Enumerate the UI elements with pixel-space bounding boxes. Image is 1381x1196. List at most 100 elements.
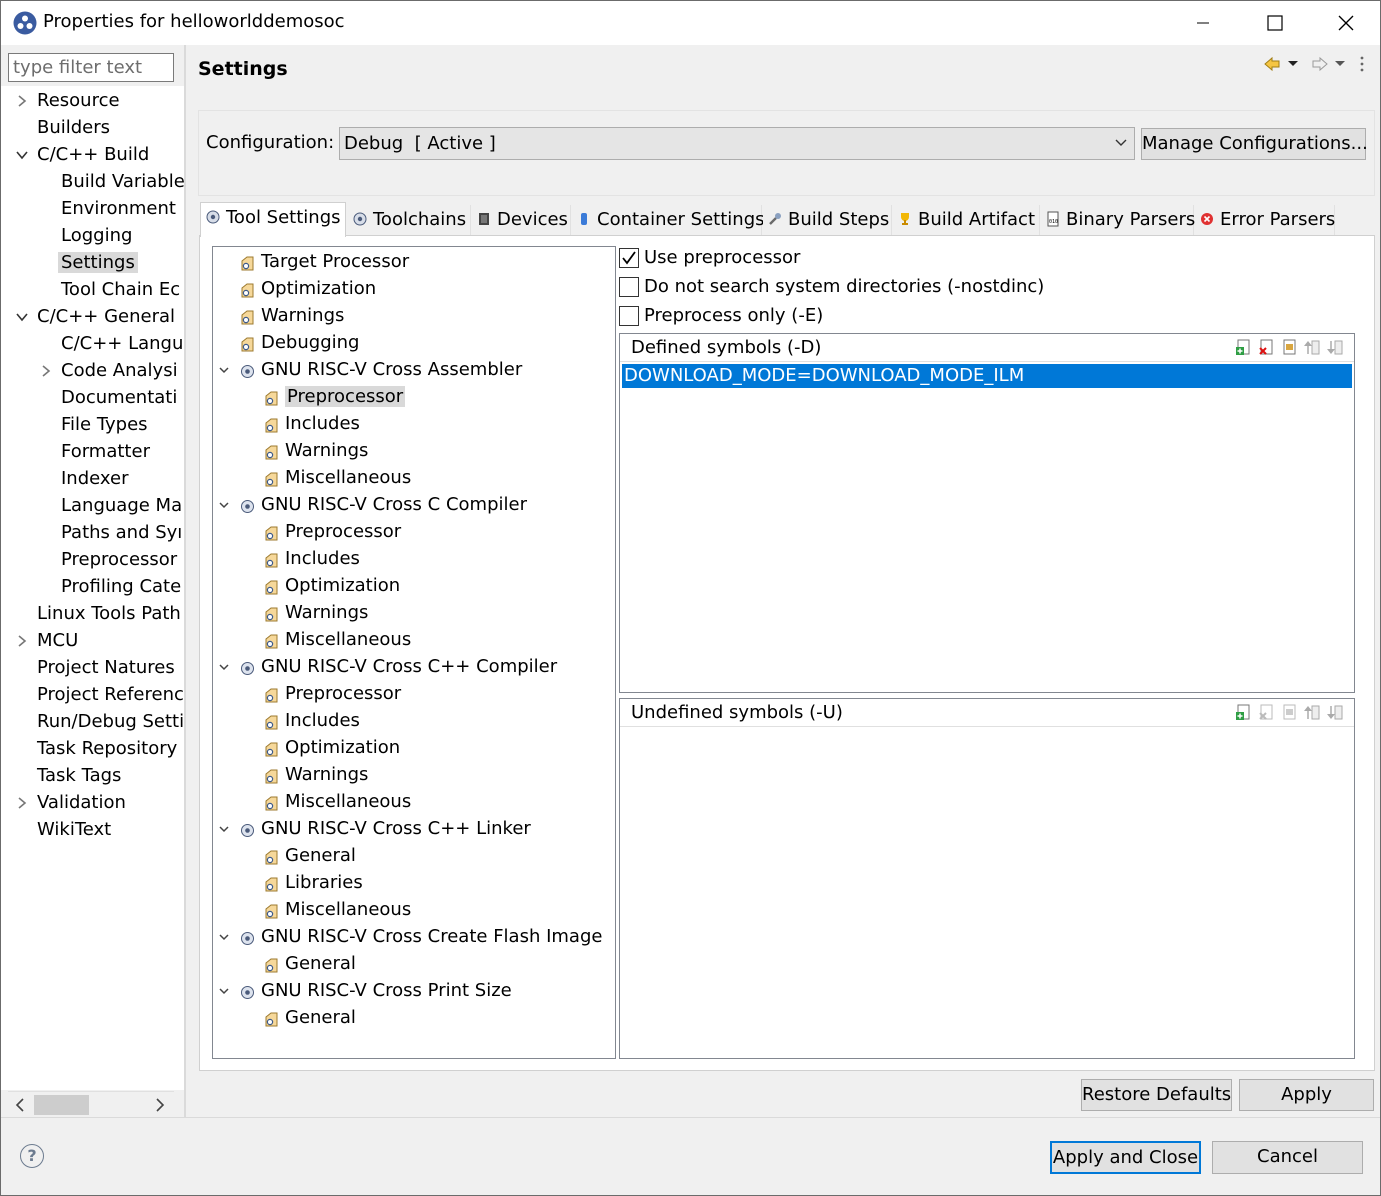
scrollbar-thumb[interactable] xyxy=(34,1095,89,1115)
tree-item-gnu-risc-v-cross-c-linker[interactable]: GNU RISC-V Cross C++ Linker xyxy=(219,815,531,842)
tab-error-parsers[interactable]: Error Parsers xyxy=(1195,205,1335,236)
edit-icon[interactable] xyxy=(1281,339,1298,356)
filter-input[interactable]: type filter text xyxy=(8,53,174,82)
tree-item-includes[interactable]: Includes xyxy=(263,410,360,437)
tree-item-optimization[interactable]: Optimization xyxy=(263,572,400,599)
tree-item-miscellaneous[interactable]: Miscellaneous xyxy=(263,896,411,923)
chevron-down-icon[interactable] xyxy=(15,303,29,330)
close-button[interactable] xyxy=(1314,1,1378,45)
tree-item-warnings[interactable]: Warnings xyxy=(263,599,368,626)
delete-icon[interactable] xyxy=(1258,339,1275,356)
sidebar-item-file-types[interactable]: File Types xyxy=(61,411,148,438)
tree-item-gnu-risc-v-cross-c-compiler[interactable]: GNU RISC-V Cross C++ Compiler xyxy=(219,653,557,680)
tree-item-gnu-risc-v-cross-assembler[interactable]: GNU RISC-V Cross Assembler xyxy=(219,356,522,383)
chevron-down-icon[interactable] xyxy=(217,977,231,1004)
sidebar-item-c-c-langu[interactable]: C/C++ Langu xyxy=(61,330,183,357)
chevron-right-icon[interactable] xyxy=(15,627,29,654)
tab-container-settings[interactable]: Container Settings xyxy=(572,205,765,236)
tab-binary-parsers[interactable]: 010 Binary Parsers xyxy=(1041,205,1195,236)
symbol-row[interactable]: DOWNLOAD_MODE=DOWNLOAD_MODE_ILM xyxy=(622,364,1352,388)
forward-arrow-icon[interactable] xyxy=(1312,56,1328,72)
sidebar-item-language-ma[interactable]: Language Ma xyxy=(61,492,182,519)
add-icon[interactable] xyxy=(1235,339,1252,356)
help-icon[interactable]: ? xyxy=(20,1144,44,1168)
sidebar-item-documentati[interactable]: Documentati xyxy=(61,384,177,411)
sidebar-item-paths-and-sy[interactable]: Paths and Syı xyxy=(61,519,182,546)
tree-item-miscellaneous[interactable]: Miscellaneous xyxy=(263,788,411,815)
manage-configurations-button[interactable]: Manage Configurations... xyxy=(1141,128,1368,160)
tree-item-general[interactable]: General xyxy=(263,950,356,977)
sidebar-item-build-variable[interactable]: Build Variable xyxy=(61,168,185,195)
configuration-select[interactable]: Debug [ Active ] xyxy=(339,127,1135,160)
tree-item-libraries[interactable]: Libraries xyxy=(263,869,363,896)
apply-and-close-button[interactable]: Apply and Close xyxy=(1050,1141,1201,1174)
move-up-icon[interactable] xyxy=(1304,339,1321,356)
tree-item-preprocessor[interactable]: Preprocessor xyxy=(263,518,401,545)
tree-item-general[interactable]: General xyxy=(263,1004,356,1031)
sidebar-item-logging[interactable]: Logging xyxy=(61,222,132,249)
sidebar-item-c-c-general[interactable]: C/C++ General xyxy=(16,303,175,330)
tab-toolchains[interactable]: Toolchains xyxy=(348,205,471,236)
back-menu-icon[interactable] xyxy=(1288,61,1298,66)
checkbox-box[interactable] xyxy=(619,306,639,326)
restore-defaults-button[interactable]: Restore Defaults xyxy=(1081,1079,1232,1111)
chevron-right-icon[interactable] xyxy=(39,357,53,384)
tab-build-artifact[interactable]: Build Artifact xyxy=(893,205,1040,236)
maximize-button[interactable] xyxy=(1243,1,1307,45)
tree-item-preprocessor[interactable]: Preprocessor xyxy=(263,383,406,410)
nav-horizontal-scrollbar[interactable] xyxy=(8,1091,174,1117)
sidebar-item-run-debug-setti[interactable]: Run/Debug Setti xyxy=(37,708,184,735)
sidebar-item-formatter[interactable]: Formatter xyxy=(61,438,150,465)
add-icon[interactable] xyxy=(1235,704,1252,721)
tree-item-target-processor[interactable]: Target Processor xyxy=(239,248,409,275)
sidebar-item-project-natures[interactable]: Project Natures xyxy=(37,654,175,681)
sidebar-item-indexer[interactable]: Indexer xyxy=(61,465,128,492)
chevron-down-icon[interactable] xyxy=(217,815,231,842)
tree-item-gnu-risc-v-cross-c-compiler[interactable]: GNU RISC-V Cross C Compiler xyxy=(219,491,527,518)
tree-item-warnings[interactable]: Warnings xyxy=(263,437,368,464)
tree-item-optimization[interactable]: Optimization xyxy=(239,275,376,302)
chevron-down-icon[interactable] xyxy=(217,923,231,950)
tree-item-preprocessor[interactable]: Preprocessor xyxy=(263,680,401,707)
apply-button[interactable]: Apply xyxy=(1239,1079,1374,1111)
tab-tool-settings[interactable]: Tool Settings xyxy=(200,202,346,237)
sidebar-item-task-tags[interactable]: Task Tags xyxy=(37,762,121,789)
sidebar-item-environment[interactable]: Environment xyxy=(61,195,176,222)
tree-item-includes[interactable]: Includes xyxy=(263,545,360,572)
edit-icon[interactable] xyxy=(1281,704,1298,721)
sidebar-item-mcu[interactable]: MCU xyxy=(18,627,78,654)
tab-build-steps[interactable]: Build Steps xyxy=(763,205,892,236)
tree-item-warnings[interactable]: Warnings xyxy=(239,302,344,329)
sidebar-item-tool-chain-ec[interactable]: Tool Chain Ec xyxy=(61,276,180,303)
move-down-icon[interactable] xyxy=(1327,339,1344,356)
forward-menu-icon[interactable] xyxy=(1335,61,1345,66)
cancel-button[interactable]: Cancel xyxy=(1212,1141,1363,1174)
checkbox-box[interactable] xyxy=(619,277,639,297)
tab-devices[interactable]: Devices xyxy=(472,205,571,236)
chevron-right-icon[interactable] xyxy=(15,789,29,816)
chevron-right-icon[interactable] xyxy=(15,87,29,114)
minimize-button[interactable] xyxy=(1171,1,1235,45)
move-up-icon[interactable] xyxy=(1304,704,1321,721)
sidebar-item-resource[interactable]: Resource xyxy=(18,87,120,114)
scroll-left-icon[interactable] xyxy=(14,1098,26,1112)
tree-item-gnu-risc-v-cross-print-size[interactable]: GNU RISC-V Cross Print Size xyxy=(219,977,512,1004)
sidebar-item-code-analysi[interactable]: Code Analysi xyxy=(42,357,178,384)
tree-item-optimization[interactable]: Optimization xyxy=(263,734,400,761)
sidebar-item-validation[interactable]: Validation xyxy=(18,789,126,816)
view-menu-icon[interactable] xyxy=(1360,56,1364,72)
tree-item-general[interactable]: General xyxy=(263,842,356,869)
delete-icon[interactable] xyxy=(1258,704,1275,721)
sidebar-item-profiling-cate[interactable]: Profiling Cate xyxy=(61,573,181,600)
scroll-right-icon[interactable] xyxy=(154,1098,166,1112)
checkbox-box[interactable] xyxy=(619,248,639,268)
sidebar-item-c-c-build[interactable]: C/C++ Build xyxy=(16,141,149,168)
back-arrow-icon[interactable] xyxy=(1264,56,1280,72)
tree-item-includes[interactable]: Includes xyxy=(263,707,360,734)
sidebar-item-task-repository[interactable]: Task Repository xyxy=(37,735,177,762)
tree-item-debugging[interactable]: Debugging xyxy=(239,329,359,356)
chevron-down-icon[interactable] xyxy=(15,141,29,168)
sidebar-item-preprocessor[interactable]: Preprocessor xyxy=(61,546,177,573)
sidebar-item-builders[interactable]: Builders xyxy=(37,114,110,141)
move-down-icon[interactable] xyxy=(1327,704,1344,721)
